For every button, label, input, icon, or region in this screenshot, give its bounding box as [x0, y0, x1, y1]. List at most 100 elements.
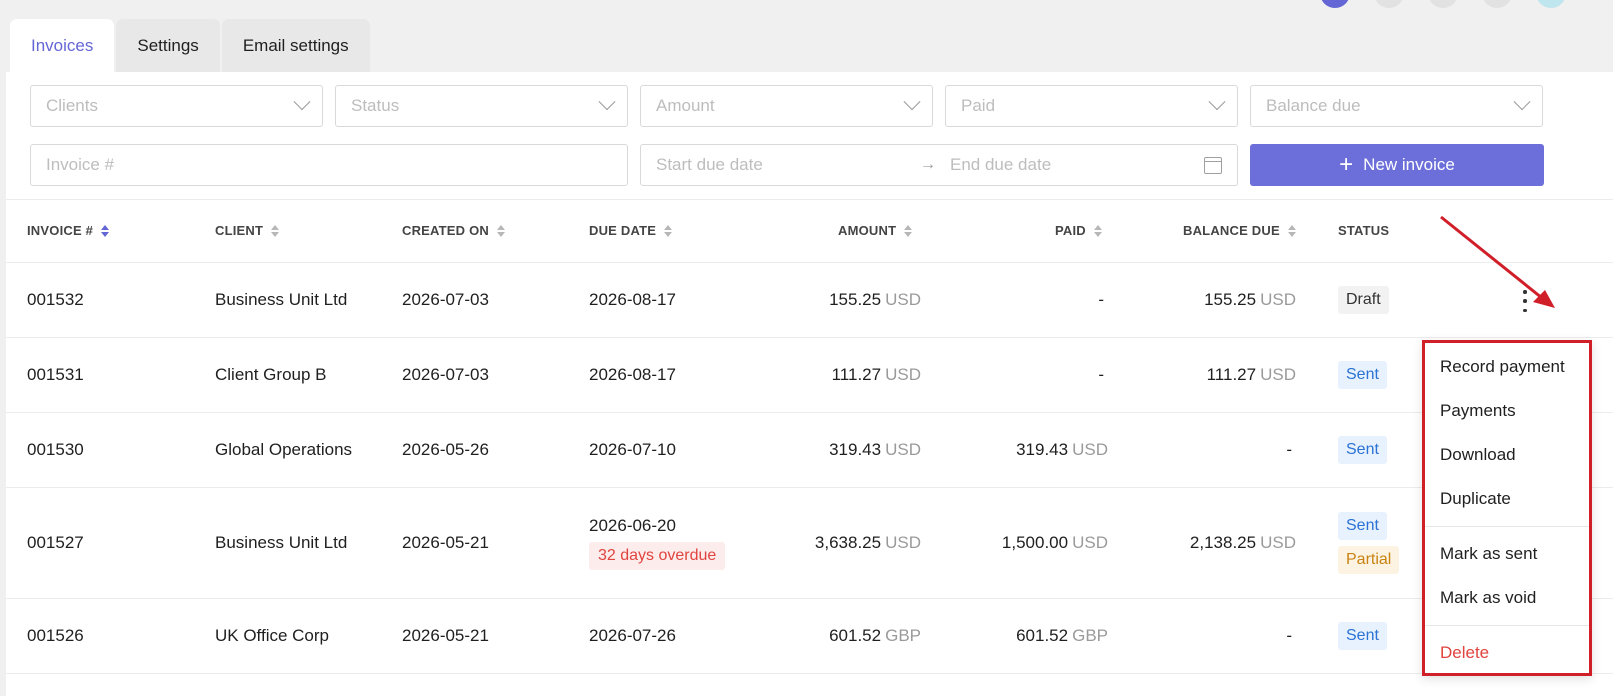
status-cell: Sent Partial — [1338, 488, 1400, 598]
table-row[interactable]: 001530 Global Operations 2026-05-26 2026… — [6, 413, 1613, 488]
status-cell: Draft — [1338, 263, 1389, 337]
tab-email-settings[interactable]: Email settings — [221, 19, 370, 72]
sort-icon[interactable] — [1093, 224, 1102, 237]
column-header-label: STATUS — [1338, 223, 1390, 238]
more-actions-icon[interactable] — [1515, 288, 1535, 314]
amount-select[interactable]: Amount — [640, 85, 933, 127]
avatar[interactable] — [1482, 0, 1512, 8]
paid-value: - — [1098, 365, 1104, 384]
column-header-label: INVOICE # — [27, 223, 94, 238]
currency: USD — [1072, 533, 1108, 552]
status-cell: Sent — [1338, 599, 1387, 673]
tab-invoices[interactable]: Invoices — [10, 19, 115, 72]
sort-icon[interactable] — [904, 224, 913, 237]
column-header-label: CREATED ON — [402, 223, 489, 238]
due-date-cell: 2026-06-20 32 days overdue — [589, 488, 726, 598]
menu-item-payments[interactable]: Payments — [1425, 389, 1589, 433]
table-row[interactable]: 001532 Business Unit Ltd 2026-07-03 2026… — [6, 263, 1613, 338]
client-name: Business Unit Ltd — [215, 290, 348, 309]
filter-row: Clients Status Amount Paid Balance due — [30, 85, 1543, 127]
currency: USD — [1260, 365, 1296, 384]
column-header-balance-due[interactable]: BALANCE DUE — [1183, 199, 1296, 262]
menu-item-mark-as-sent[interactable]: Mark as sent — [1425, 532, 1589, 576]
menu-item-delete[interactable]: Delete — [1425, 631, 1589, 675]
amount-value: 319.43 — [829, 440, 882, 459]
menu-item-duplicate[interactable]: Duplicate — [1425, 477, 1589, 521]
menu-item-mark-as-void[interactable]: Mark as void — [1425, 576, 1589, 620]
top-avatars — [1320, 0, 1566, 8]
paid: 319.43 USD — [956, 413, 1108, 487]
filter-row-2: Invoice # Start due date → End due date … — [30, 144, 1544, 186]
paid-value: - — [1098, 290, 1104, 309]
sort-icon[interactable] — [101, 224, 110, 237]
sort-icon[interactable] — [664, 224, 673, 237]
balance-value: 155.25 — [1204, 290, 1257, 309]
paid: - — [956, 338, 1108, 412]
partial-status-badge: Partial — [1338, 546, 1400, 574]
currency: USD — [885, 290, 921, 309]
created-on: 2026-07-03 — [402, 290, 489, 309]
end-due-date-input[interactable]: End due date — [950, 155, 1204, 175]
paid: 1,500.00 USD — [956, 488, 1108, 598]
sort-icon[interactable] — [271, 224, 280, 237]
invoice-number[interactable]: 001526 — [27, 599, 84, 673]
balance-value: 2,138.25 — [1189, 533, 1257, 552]
avatar[interactable] — [1320, 0, 1350, 8]
balance-due-select[interactable]: Balance due — [1250, 85, 1543, 127]
due-date: 2026-07-26 — [589, 626, 676, 645]
column-header-created-on[interactable]: CREATED ON — [402, 199, 505, 262]
tab-settings[interactable]: Settings — [116, 19, 220, 72]
due-date: 2026-08-17 — [589, 290, 676, 309]
amount-value: 111.27 — [831, 365, 882, 384]
tab-bar: Invoices Settings Email settings — [10, 19, 370, 72]
paid-select[interactable]: Paid — [945, 85, 1238, 127]
sort-icon[interactable] — [496, 224, 505, 237]
menu-divider — [1425, 526, 1589, 527]
column-header-amount[interactable]: AMOUNT — [838, 199, 913, 262]
client-name: Client Group B — [215, 365, 327, 384]
table-row[interactable]: 001527 Business Unit Ltd 2026-05-21 2026… — [6, 488, 1613, 599]
paid-select-placeholder: Paid — [961, 96, 996, 115]
new-invoice-label: New invoice — [1363, 155, 1455, 174]
invoice-number-input[interactable]: Invoice # — [30, 144, 628, 186]
paid-value: 601.52 — [1016, 626, 1069, 645]
chevron-down-icon — [293, 93, 311, 111]
clients-select[interactable]: Clients — [30, 85, 323, 127]
invoice-number-placeholder: Invoice # — [46, 155, 115, 174]
status-badge: Sent — [1338, 436, 1387, 464]
created-on: 2026-05-21 — [402, 626, 489, 645]
status-select[interactable]: Status — [335, 85, 628, 127]
invoice-number[interactable]: 001531 — [27, 338, 84, 412]
due-date-range-picker[interactable]: Start due date → End due date — [640, 144, 1238, 186]
table-row[interactable]: 001526 UK Office Corp 2026-05-21 2026-07… — [6, 599, 1613, 674]
plus-icon: + — [1339, 151, 1354, 178]
balance-due: - — [1126, 413, 1296, 487]
avatar[interactable] — [1428, 0, 1458, 8]
table-row[interactable]: 001531 Client Group B 2026-07-03 2026-08… — [6, 338, 1613, 413]
created-on: 2026-07-03 — [402, 365, 489, 384]
sort-icon[interactable] — [1287, 224, 1296, 237]
invoice-number[interactable]: 001530 — [27, 413, 84, 487]
column-header-label: PAID — [1055, 223, 1086, 238]
currency: USD — [1072, 440, 1108, 459]
menu-item-download[interactable]: Download — [1425, 433, 1589, 477]
column-header-due-date[interactable]: DUE DATE — [589, 199, 673, 262]
currency: USD — [885, 440, 921, 459]
status-cell: Sent — [1338, 338, 1387, 412]
column-header-invoice[interactable]: INVOICE # — [27, 199, 110, 262]
currency: USD — [885, 365, 921, 384]
column-header-client[interactable]: CLIENT — [215, 199, 280, 262]
invoice-number[interactable]: 001532 — [27, 263, 84, 337]
arrow-right-icon: → — [920, 156, 936, 173]
start-due-date-input[interactable]: Start due date — [656, 155, 920, 175]
client-name: UK Office Corp — [215, 626, 330, 645]
column-header-paid[interactable]: PAID — [1055, 199, 1102, 262]
avatar[interactable] — [1374, 0, 1404, 8]
status-cell: Sent — [1338, 413, 1387, 487]
invoice-number[interactable]: 001527 — [27, 488, 84, 598]
chevron-down-icon — [1513, 93, 1531, 111]
menu-item-record-payment[interactable]: Record payment — [1425, 345, 1589, 389]
avatar[interactable] — [1536, 0, 1566, 8]
amount: 319.43 USD — [766, 413, 921, 487]
new-invoice-button[interactable]: + New invoice — [1250, 144, 1544, 186]
